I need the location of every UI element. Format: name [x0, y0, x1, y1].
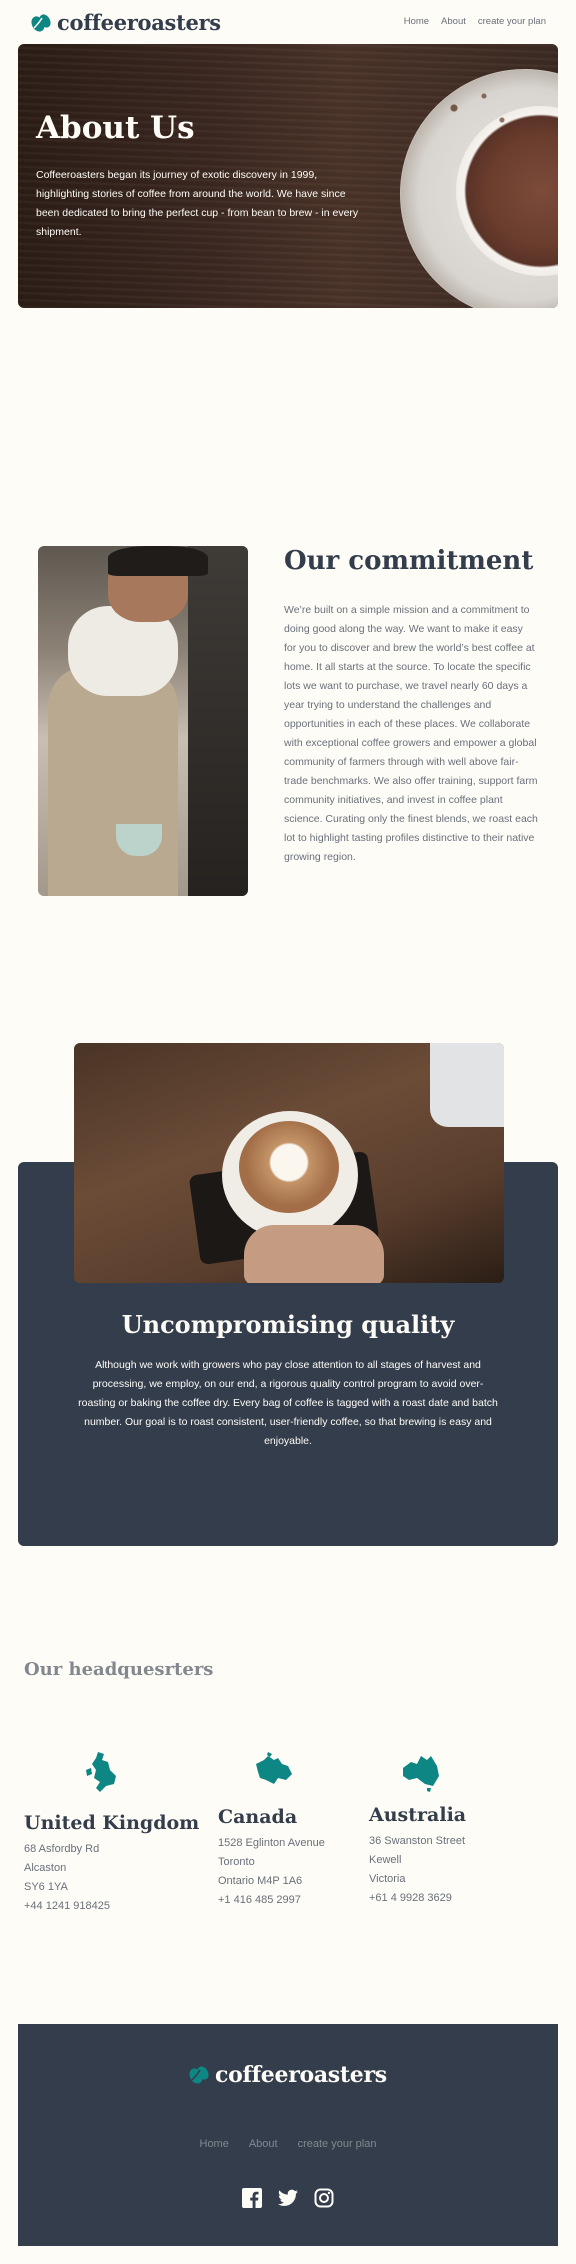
site-header: coffeeroasters Home About create your pl…: [0, 0, 576, 44]
address-line: 68 Asfordby Rd: [24, 1843, 100, 1855]
logo[interactable]: coffeeroasters: [30, 10, 221, 35]
headquarters-title: Our headquesrters: [24, 1659, 214, 1680]
main-nav: Home About create your plan: [404, 16, 546, 27]
hero-cocoa-crumbs: [418, 84, 538, 144]
hero-banner: About Us Coffeeroasters began its journe…: [18, 44, 558, 308]
barista-image: [38, 546, 248, 896]
logo-text: coffeeroasters: [57, 10, 221, 35]
hero-text: Coffeeroasters began its journey of exot…: [36, 169, 359, 238]
address-line: Alcaston: [24, 1862, 67, 1874]
address-line: Ontario M4P 1A6: [218, 1875, 303, 1887]
latte-cup: [239, 1121, 339, 1213]
barista-background: [188, 546, 248, 896]
uk-map-icon: [80, 1750, 124, 1794]
address-line: SY6 1YA: [24, 1881, 68, 1893]
hq-country: Australia: [369, 1804, 467, 1826]
hq-country: Canada: [218, 1806, 298, 1828]
footer-logo[interactable]: coffeeroasters: [188, 2062, 387, 2088]
hq-address: 68 Asfordby Rd Alcaston SY6 1YA +44 1241…: [24, 1840, 110, 1916]
phone-number: +61 4 9928 3629: [369, 1892, 452, 1904]
canada-map-icon: [252, 1750, 296, 1794]
commitment-title: Our commitment: [284, 546, 534, 576]
footer-nav-home-link[interactable]: Home: [200, 2138, 229, 2150]
footer-nav: Home About create your plan: [18, 2138, 558, 2150]
barista-apron: [48, 666, 178, 896]
address-line: Victoria: [369, 1873, 406, 1885]
twitter-icon[interactable]: [278, 2188, 298, 2208]
hq-address: 1528 Eglinton Avenue Toronto Ontario M4P…: [218, 1834, 325, 1910]
coffee-bean-logo-icon: [188, 2064, 210, 2086]
footer-nav-create-plan-link[interactable]: create your plan: [298, 2138, 377, 2150]
address-line: Kewell: [369, 1854, 402, 1866]
quality-text: Although we work with growers who pay cl…: [78, 1359, 498, 1447]
latte-device: [430, 1043, 504, 1127]
hero-title: About Us: [36, 110, 195, 146]
coffee-bean-logo-icon: [30, 12, 52, 34]
nav-home-link[interactable]: Home: [404, 16, 429, 27]
facebook-icon[interactable]: [242, 2188, 262, 2208]
hq-country: United Kingdom: [24, 1812, 200, 1834]
instagram-icon[interactable]: [314, 2188, 334, 2208]
barista-cap: [108, 546, 208, 576]
site-footer: coffeeroasters Home About create your pl…: [18, 2024, 558, 2246]
latte-hand: [244, 1225, 384, 1283]
phone-number: +1 416 485 2997: [218, 1894, 301, 1906]
address-line: Toronto: [218, 1856, 255, 1868]
footer-nav-about-link[interactable]: About: [249, 2138, 278, 2150]
phone-number: +44 1241 918425: [24, 1900, 110, 1912]
social-links: [18, 2188, 558, 2208]
nav-create-plan-link[interactable]: create your plan: [478, 16, 546, 27]
footer-logo-text: coffeeroasters: [215, 2062, 387, 2088]
nav-about-link[interactable]: About: [441, 16, 466, 27]
australia-map-icon: [399, 1750, 443, 1794]
commitment-text: We’re built on a simple mission and a co…: [284, 604, 538, 863]
latte-image: [74, 1043, 504, 1283]
address-line: 1528 Eglinton Avenue: [218, 1837, 325, 1849]
hq-address: 36 Swanston Street Kewell Victoria +61 4…: [369, 1832, 465, 1908]
quality-title: Uncompromising quality: [121, 1310, 455, 1339]
address-line: 36 Swanston Street: [369, 1835, 466, 1847]
